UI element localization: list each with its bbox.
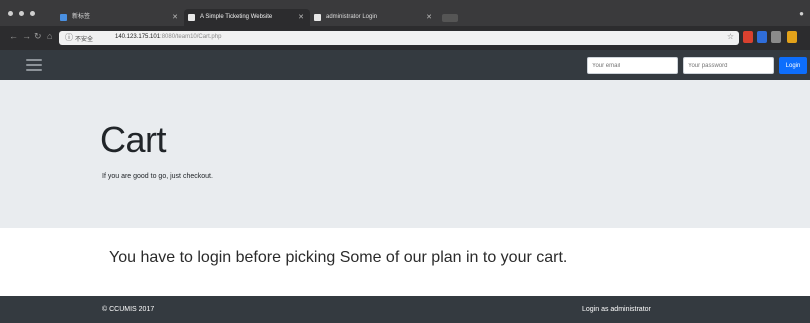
forward-icon[interactable]: → xyxy=(22,31,31,41)
email-field[interactable] xyxy=(587,57,678,74)
close-window-icon[interactable] xyxy=(8,11,13,16)
menu-icon[interactable] xyxy=(26,59,42,71)
copyright-text: © CCUMIS 2017 xyxy=(102,306,155,313)
new-tab-button[interactable] xyxy=(442,14,458,22)
url-host: 140.123.175.101 xyxy=(115,34,161,40)
menu-bar xyxy=(26,59,42,61)
minimize-window-icon[interactable] xyxy=(19,11,24,16)
info-icon[interactable]: ⓘ xyxy=(65,32,73,43)
admin-login-link[interactable]: Login as administrator xyxy=(582,306,651,313)
browser-tab-active[interactable]: A Simple Ticketing Website ✕ xyxy=(184,9,310,26)
browser-tab-strip: 新标签 ✕ A Simple Ticketing Website ✕ admin… xyxy=(0,0,810,26)
maximize-window-icon[interactable] xyxy=(30,11,35,16)
tab-favicon-icon xyxy=(60,14,67,21)
browser-toolbar: ← → ↻ ⌂ ⓘ 不安全 140.123.175.101:8080/team1… xyxy=(0,26,810,50)
back-icon[interactable]: ← xyxy=(9,31,18,41)
tab-close-icon[interactable]: ✕ xyxy=(298,9,304,26)
home-icon[interactable]: ⌂ xyxy=(47,31,52,41)
jumbotron: Cart If you are good to go, just checkou… xyxy=(0,80,810,228)
menu-bar xyxy=(26,64,42,66)
tab-close-icon[interactable]: ✕ xyxy=(426,9,432,26)
reload-icon[interactable]: ↻ xyxy=(34,31,42,42)
password-field[interactable] xyxy=(683,57,774,74)
page-lead: If you are good to go, just checkout. xyxy=(102,173,213,180)
tab-close-icon[interactable]: ✕ xyxy=(172,9,178,26)
extension-icon[interactable] xyxy=(787,31,797,43)
tab-label: 新标签 xyxy=(72,14,91,20)
address-bar[interactable]: ⓘ 不安全 140.123.175.101:8080/team10/Cart.p… xyxy=(59,31,739,45)
tab-favicon-icon xyxy=(314,14,321,21)
url-path: :8080/team10/Cart.php xyxy=(160,34,222,40)
menu-bar xyxy=(26,69,42,71)
browser-tab[interactable]: 新标签 ✕ xyxy=(56,9,184,26)
extension-icon[interactable] xyxy=(743,31,753,43)
login-button[interactable]: Login xyxy=(779,57,807,74)
tab-label: A Simple Ticketing Website xyxy=(200,14,273,20)
url-text: 140.123.175.101:8080/team10/Cart.php xyxy=(115,34,221,40)
extension-icon[interactable] xyxy=(771,31,781,43)
tab-favicon-icon xyxy=(188,14,195,21)
window-controls xyxy=(8,11,35,16)
profile-icon[interactable]: ● xyxy=(799,9,804,18)
site-footer: © CCUMIS 2017 Login as administrator xyxy=(0,296,810,323)
login-required-message: You have to login before picking Some of… xyxy=(109,249,568,266)
security-label: 不安全 xyxy=(75,37,94,43)
tab-label: administrator Login xyxy=(326,14,378,20)
extension-icon[interactable] xyxy=(757,31,767,43)
browser-tab[interactable]: administrator Login ✕ xyxy=(310,9,438,26)
site-navbar: Login xyxy=(0,50,810,80)
page-title: Cart xyxy=(100,119,167,160)
star-icon[interactable]: ☆ xyxy=(727,32,734,41)
